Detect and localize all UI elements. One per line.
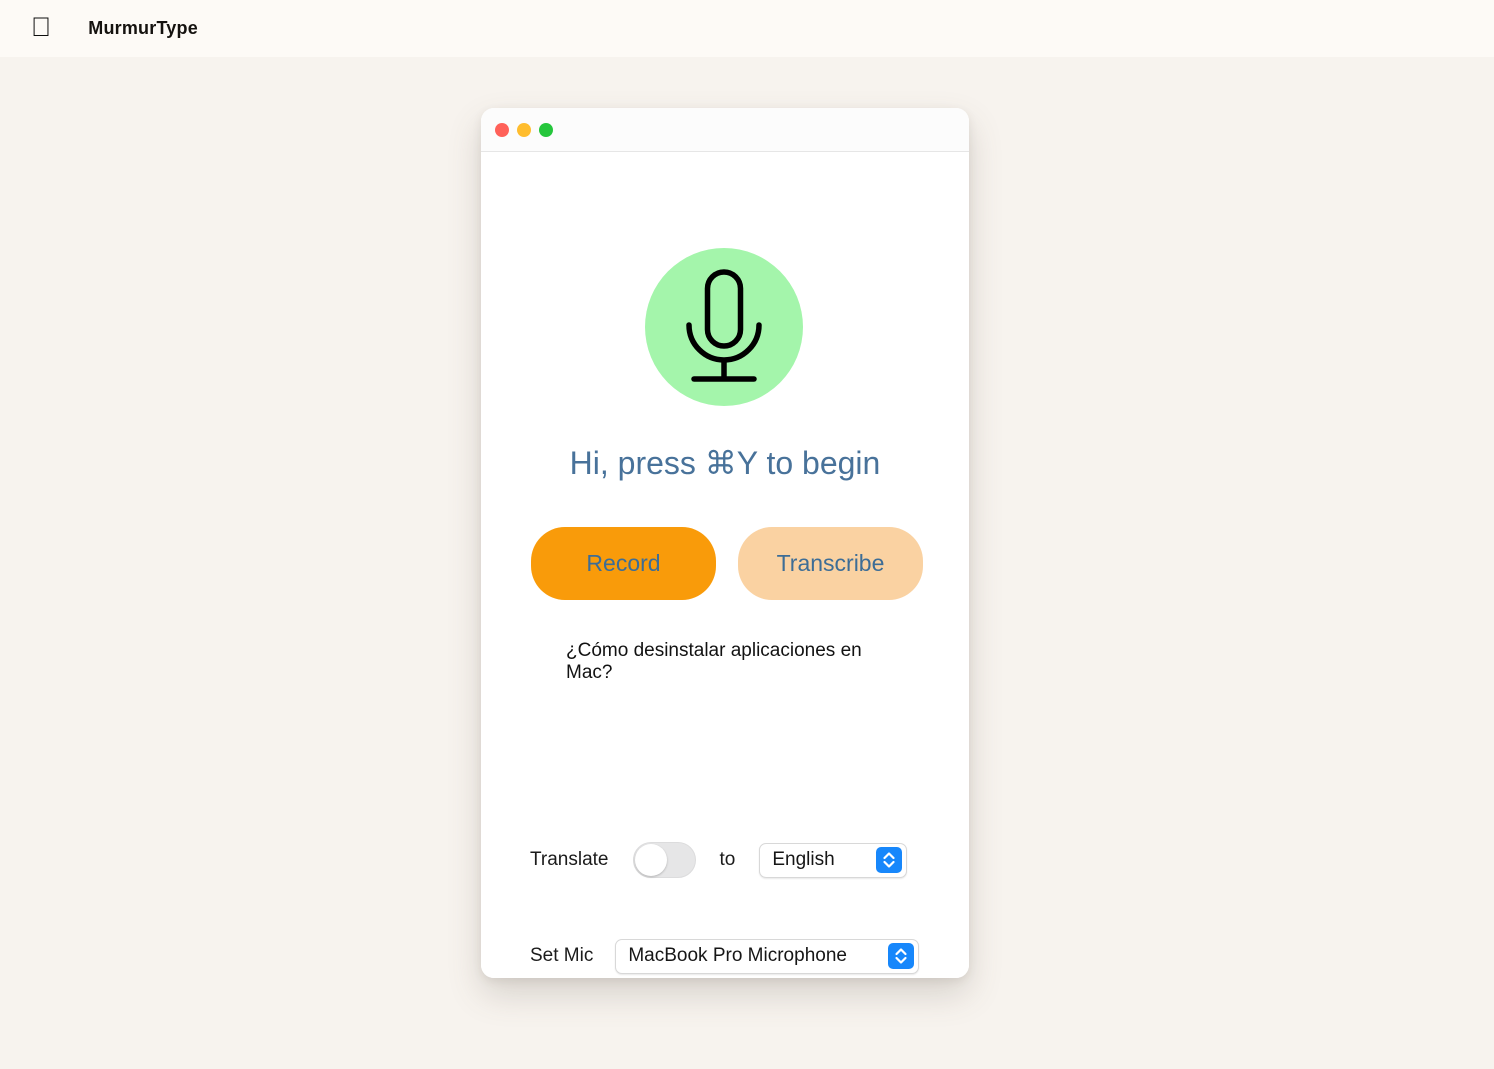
stepper-up-down-icon[interactable] bbox=[876, 847, 903, 873]
desktop-menu-bar:  MurmurType bbox=[0, 0, 1494, 57]
murmurtype-window: Hi, press ⌘Y to begin Record Transcribe … bbox=[481, 108, 969, 978]
translate-to-label: to bbox=[719, 849, 736, 870]
microphone-status-badge bbox=[645, 248, 803, 406]
target-language-value: English bbox=[772, 849, 835, 870]
minimize-window-button[interactable] bbox=[517, 122, 531, 137]
maximize-window-button[interactable] bbox=[539, 122, 553, 137]
window-titlebar[interactable] bbox=[481, 108, 969, 152]
menubar-app-name[interactable]: MurmurType bbox=[88, 18, 198, 39]
microphone-icon bbox=[676, 269, 772, 385]
record-button[interactable]: Record bbox=[531, 527, 716, 600]
translate-settings-row: Translate to English bbox=[530, 842, 908, 878]
microphone-dropdown[interactable]: MacBook Pro Microphone bbox=[615, 938, 920, 974]
set-mic-label: Set Mic bbox=[530, 945, 594, 966]
greeting-text: Hi, press ⌘Y to begin bbox=[569, 445, 881, 481]
microphone-value: MacBook Pro Microphone bbox=[628, 945, 847, 966]
translate-label: Translate bbox=[530, 849, 609, 870]
traffic-light-group bbox=[495, 122, 553, 137]
translate-toggle[interactable] bbox=[632, 842, 696, 878]
close-window-button[interactable] bbox=[495, 122, 509, 137]
transcribe-button[interactable]: Transcribe bbox=[738, 527, 923, 600]
microphone-settings-row: Set Mic MacBook Pro Microphone bbox=[530, 938, 920, 974]
stepper-up-down-icon[interactable] bbox=[888, 943, 915, 969]
apple-logo-icon[interactable]:  bbox=[31, 13, 51, 41]
target-language-dropdown[interactable]: English bbox=[759, 842, 908, 878]
transcript-text: ¿Cómo desinstalar aplicaciones en Mac? bbox=[566, 640, 862, 684]
window-content: Hi, press ⌘Y to begin Record Transcribe … bbox=[481, 152, 969, 978]
action-button-row: Record Transcribe bbox=[531, 527, 923, 600]
translate-toggle-knob bbox=[634, 844, 667, 876]
